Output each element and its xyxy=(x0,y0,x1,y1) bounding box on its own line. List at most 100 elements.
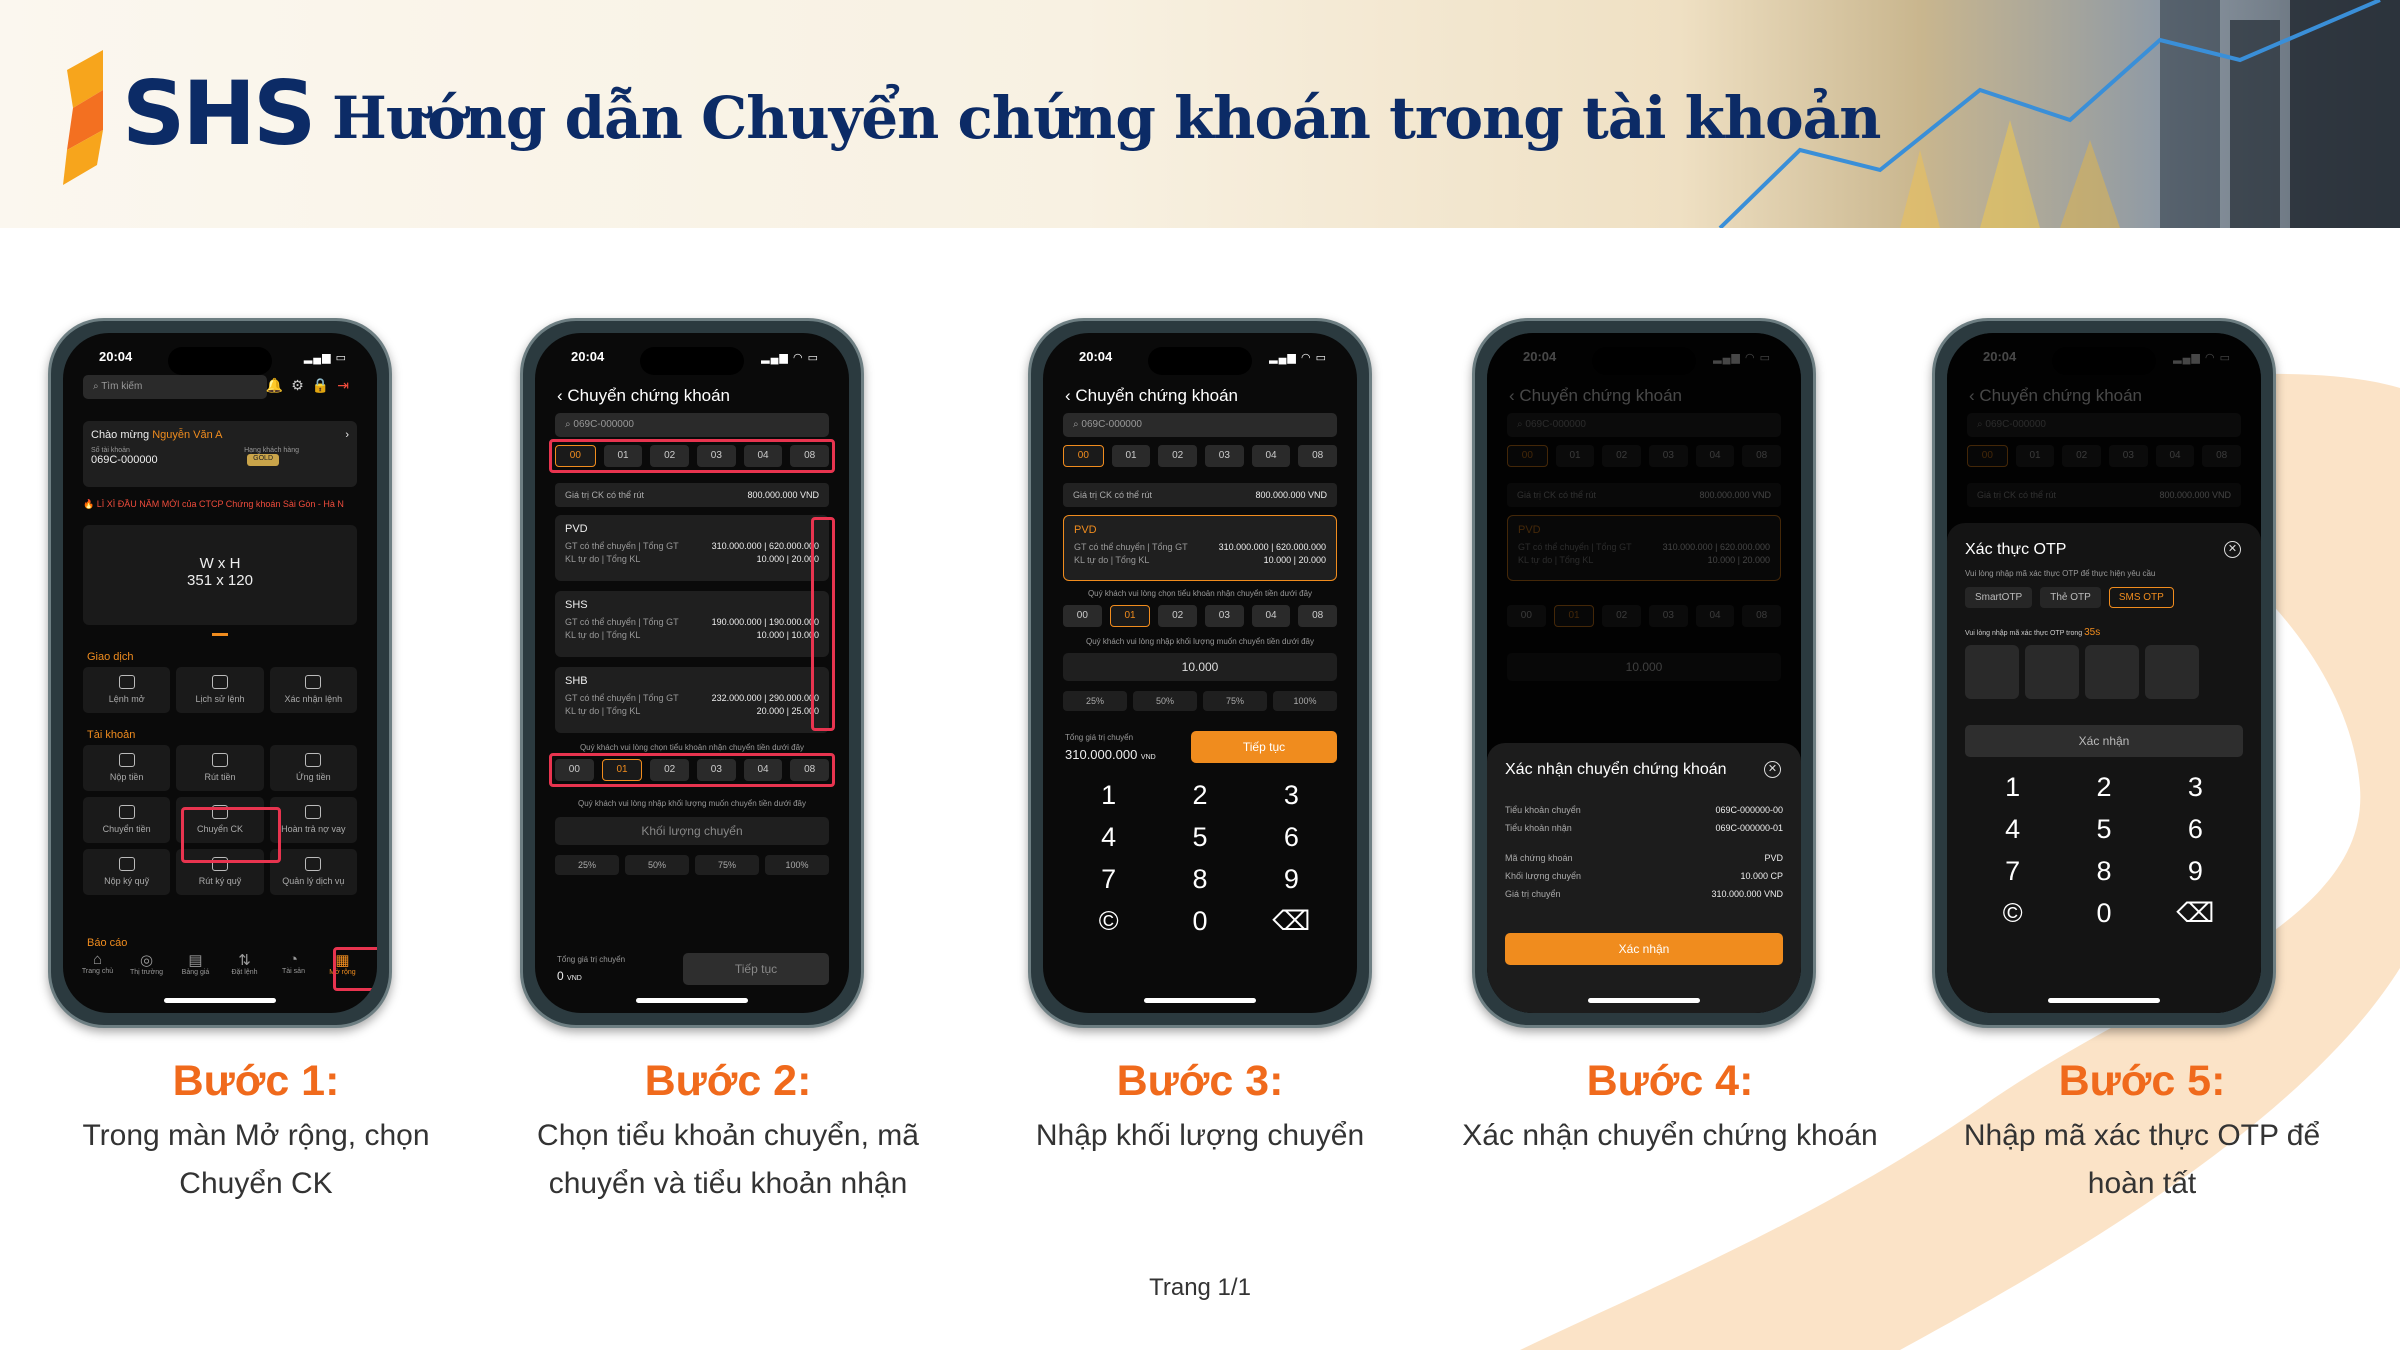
nav-place-order[interactable]: ⇅ Đặt lệnh xyxy=(220,951,269,976)
key-4[interactable]: 4 xyxy=(1063,823,1154,851)
key-9[interactable]: 9 xyxy=(2150,857,2241,885)
percent-button[interactable]: 50% xyxy=(625,855,689,875)
menu-label: Xác nhận lệnh xyxy=(284,694,343,704)
clear-key-icon[interactable]: © xyxy=(1967,899,2058,927)
menu-item-services[interactable]: Quản lý dịch vụ xyxy=(269,849,357,895)
percent-button[interactable]: 100% xyxy=(765,855,829,875)
tab-subaccount[interactable]: 03 xyxy=(1205,605,1244,627)
nav-assets[interactable]: ◔ Tài sản xyxy=(269,951,318,976)
key-3[interactable]: 3 xyxy=(1246,781,1337,809)
stock-card-shs[interactable]: SHS GT có thể chuyển | Tổng GT 190.000.000… xyxy=(555,591,829,657)
key-5[interactable]: 5 xyxy=(1154,823,1245,851)
percent-button[interactable]: 100% xyxy=(1273,691,1337,711)
account-search[interactable]: ⌕ 069C-000000 xyxy=(555,413,829,437)
key-5[interactable]: 5 xyxy=(2058,815,2149,843)
tier-badge: GOLD xyxy=(247,454,279,466)
percent-button[interactable]: 75% xyxy=(1203,691,1267,711)
otp-digit-input[interactable] xyxy=(2025,645,2079,699)
menu-item-advance[interactable]: Ứng tiền xyxy=(269,745,357,791)
row-label: Tiểu khoản chuyển xyxy=(1505,805,1581,815)
menu-item-withdraw[interactable]: Rút tiền xyxy=(176,745,264,791)
tab-subaccount[interactable]: 08 xyxy=(1298,445,1338,467)
logout-icon[interactable]: ⇥ xyxy=(337,377,357,393)
tab-subaccount[interactable]: 01 xyxy=(1111,445,1151,467)
nav-price-board[interactable]: ▤ Bảng giá xyxy=(171,951,220,976)
tab-sms-otp[interactable]: SMS OTP xyxy=(2108,587,2174,608)
back-icon[interactable]: ‹ xyxy=(1065,386,1071,405)
tab-smart-otp[interactable]: SmartOTP xyxy=(1965,587,2033,608)
key-0[interactable]: 0 xyxy=(1154,907,1245,935)
quantity-note: Quý khách vui lòng nhập khối lượng muốn … xyxy=(577,799,806,808)
tab-subaccount[interactable]: 02 xyxy=(1158,445,1198,467)
menu-item-margin-deposit[interactable]: Nộp ký quỹ xyxy=(83,849,171,895)
key-8[interactable]: 8 xyxy=(1154,865,1245,893)
otp-digit-input[interactable] xyxy=(2085,645,2139,699)
menu-item-deposit[interactable]: Nộp tiền xyxy=(83,745,171,791)
menu-item-confirm-order[interactable]: Xác nhận lệnh xyxy=(269,667,357,713)
confirm-button[interactable]: Xác nhận xyxy=(1505,933,1783,965)
tab-subaccount[interactable]: 02 xyxy=(1158,605,1198,627)
backspace-key-icon[interactable]: ⌫ xyxy=(2150,899,2241,927)
close-icon[interactable]: ✕ xyxy=(2224,541,2241,558)
backspace-key-icon[interactable]: ⌫ xyxy=(1246,907,1337,935)
menu-item-open-orders[interactable]: Lệnh mở xyxy=(83,667,171,713)
continue-button[interactable]: Tiếp tục xyxy=(683,953,829,985)
tab-subaccount[interactable]: 01 xyxy=(1109,605,1151,627)
nav-bar[interactable]: ‹ Chuyển chứng khoán xyxy=(1065,386,1238,406)
nav-market[interactable]: ◎ Thị trường xyxy=(122,951,171,976)
clear-key-icon[interactable]: © xyxy=(1063,907,1154,935)
promo-banner[interactable]: W x H 351 x 120 xyxy=(83,525,357,625)
key-3[interactable]: 3 xyxy=(2150,773,2241,801)
tab-card-otp[interactable]: Thẻ OTP xyxy=(2040,587,2101,608)
key-0[interactable]: 0 xyxy=(2058,899,2149,927)
line-label: GT có thể chuyển | Tổng GT xyxy=(1074,542,1188,552)
tab-subaccount[interactable]: 08 xyxy=(1298,605,1338,627)
continue-button[interactable]: Tiếp tục xyxy=(1191,731,1337,763)
quantity-input[interactable]: 10.000 xyxy=(1063,653,1337,681)
key-7[interactable]: 7 xyxy=(1967,857,2058,885)
tab-subaccount[interactable]: 03 xyxy=(1205,445,1244,467)
account-search[interactable]: ⌕ 069C-000000 xyxy=(1063,413,1337,437)
total-value: 0 VND xyxy=(557,969,582,983)
key-4[interactable]: 4 xyxy=(1967,815,2058,843)
news-ticker[interactable]: 🔥 LÌ XÌ ĐẦU NĂM MỚI của CTCP Chứng khoán… xyxy=(83,499,377,510)
key-7[interactable]: 7 xyxy=(1063,865,1154,893)
nav-bar[interactable]: ‹ Chuyển chứng khoán xyxy=(557,386,730,406)
tab-subaccount[interactable]: 00 xyxy=(1063,605,1102,627)
key-9[interactable]: 9 xyxy=(1246,865,1337,893)
key-2[interactable]: 2 xyxy=(1154,781,1245,809)
stock-card-shb[interactable]: SHB GT có thể chuyển | Tổng GT 232.000.000… xyxy=(555,667,829,733)
tab-subaccount[interactable]: 04 xyxy=(1251,445,1291,467)
key-2[interactable]: 2 xyxy=(2058,773,2149,801)
tab-subaccount[interactable]: 04 xyxy=(1251,605,1291,627)
stock-card-pvd[interactable]: PVD GT có thể chuyển | Tổng GT 310.000.000… xyxy=(555,515,829,581)
line-label: KL tự do | Tổng KL xyxy=(565,630,641,640)
welcome-card[interactable]: Chào mừng Nguyễn Văn A › Số tài khoản Hạng… xyxy=(83,421,357,487)
row-value: 310.000.000 VND xyxy=(1711,889,1783,899)
percent-button[interactable]: 50% xyxy=(1133,691,1197,711)
key-1[interactable]: 1 xyxy=(1967,773,2058,801)
phone-screen: 20:04 ▂▄▆ ◠ ▭ ‹ Chuyển chứng khoán ⌕ 069… xyxy=(1487,333,1801,1013)
tab-subaccount[interactable]: 00 xyxy=(1063,445,1104,467)
percent-button[interactable]: 25% xyxy=(555,855,619,875)
stock-card-pvd-selected[interactable]: PVD GT có thể chuyển | Tổng GT 310.000.000… xyxy=(1063,515,1337,581)
phone-screen: 20:04 ▂▄▆ ▭ ⌕ Tìm kiếm 🔔⚙🔒⇥ Chào mừng Ng… xyxy=(63,333,377,1013)
quantity-input[interactable]: Khối lượng chuyển xyxy=(555,817,829,845)
percent-button[interactable]: 75% xyxy=(695,855,759,875)
menu-item-transfer-cash[interactable]: Chuyển tiền xyxy=(83,797,171,843)
close-icon[interactable]: ✕ xyxy=(1764,761,1781,778)
menu-item-repay-loan[interactable]: Hoàn trả nợ vay xyxy=(269,797,357,843)
menu-item-order-history[interactable]: Lịch sử lệnh xyxy=(176,667,264,713)
search-input[interactable]: ⌕ Tìm kiếm xyxy=(83,375,267,399)
key-8[interactable]: 8 xyxy=(2058,857,2149,885)
key-1[interactable]: 1 xyxy=(1063,781,1154,809)
key-6[interactable]: 6 xyxy=(2150,815,2241,843)
nav-home[interactable]: ⌂ Trang chủ xyxy=(73,951,122,976)
key-6[interactable]: 6 xyxy=(1246,823,1337,851)
percent-button[interactable]: 25% xyxy=(1063,691,1127,711)
otp-confirm-button[interactable]: Xác nhận xyxy=(1965,725,2243,757)
back-icon[interactable]: ‹ xyxy=(557,386,563,405)
otp-digit-input[interactable] xyxy=(2145,645,2199,699)
header-icons[interactable]: 🔔⚙🔒⇥ xyxy=(266,377,357,394)
otp-digit-input[interactable] xyxy=(1965,645,2019,699)
